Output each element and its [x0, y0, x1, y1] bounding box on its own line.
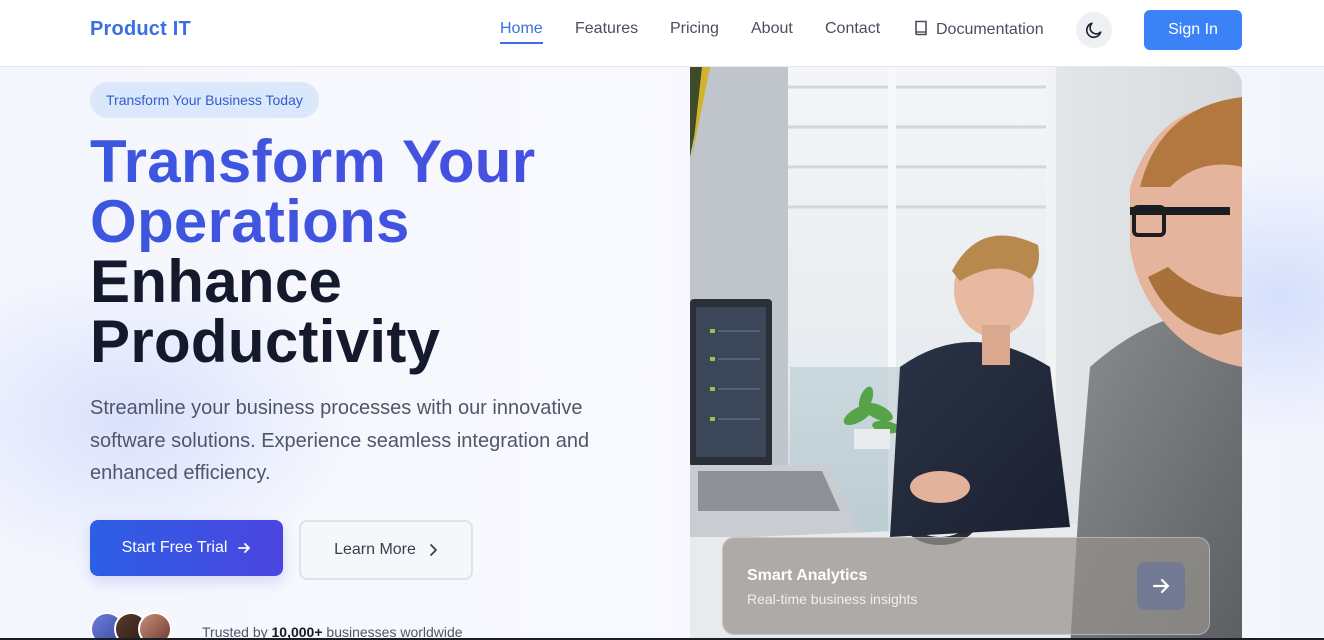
card-subtitle: Real-time business insights: [747, 591, 918, 607]
headline-line-2: Operations: [90, 192, 650, 252]
headline-line-3: Enhance: [90, 248, 343, 315]
start-free-trial-label: Start Free Trial: [121, 539, 228, 556]
card-arrow-button[interactable]: [1137, 562, 1185, 610]
nav-link-contact[interactable]: Contact: [825, 20, 880, 38]
start-free-trial-button[interactable]: Start Free Trial: [90, 520, 283, 576]
nav-link-home[interactable]: Home: [500, 20, 543, 44]
nav-link-contact-label: Contact: [825, 20, 881, 37]
learn-more-label: Learn More: [334, 541, 416, 558]
hero-subtitle: Streamline your business processes with …: [90, 397, 590, 484]
avatar: [138, 612, 172, 640]
nav-link-documentation[interactable]: Documentation: [914, 20, 1044, 39]
book-icon: [915, 20, 927, 36]
landing-page: Product IT Home Features Pricing About C…: [0, 0, 1324, 640]
card-title: Smart Analytics: [747, 567, 868, 584]
headline-line-4: Productivity: [90, 308, 441, 375]
learn-more-button[interactable]: Learn More: [299, 520, 473, 580]
nav-link-features[interactable]: Features: [575, 20, 638, 38]
chevron-right-icon: [430, 544, 437, 556]
brand-logo[interactable]: Product IT: [90, 18, 191, 41]
hero-headline: Transform Your Operations Enhance Produc…: [90, 132, 650, 372]
arrow-right-icon: [1152, 578, 1170, 594]
headline-line-1: Transform Your: [90, 132, 650, 192]
top-navbar: Product IT Home Features Pricing About C…: [0, 0, 1324, 67]
hero-badge: Transform Your Business Today: [90, 82, 319, 118]
sign-in-button[interactable]: Sign In: [1144, 10, 1242, 50]
moon-icon: [1085, 22, 1102, 39]
nav-link-pricing[interactable]: Pricing: [670, 20, 719, 38]
arrow-right-icon: [238, 543, 251, 553]
smart-analytics-card: Smart Analytics Real-time business insig…: [722, 537, 1210, 635]
theme-toggle-button[interactable]: [1076, 12, 1112, 48]
nav-link-about[interactable]: About: [751, 20, 793, 38]
customer-avatars: [90, 612, 190, 640]
nav-link-documentation-label: Documentation: [936, 21, 1044, 38]
